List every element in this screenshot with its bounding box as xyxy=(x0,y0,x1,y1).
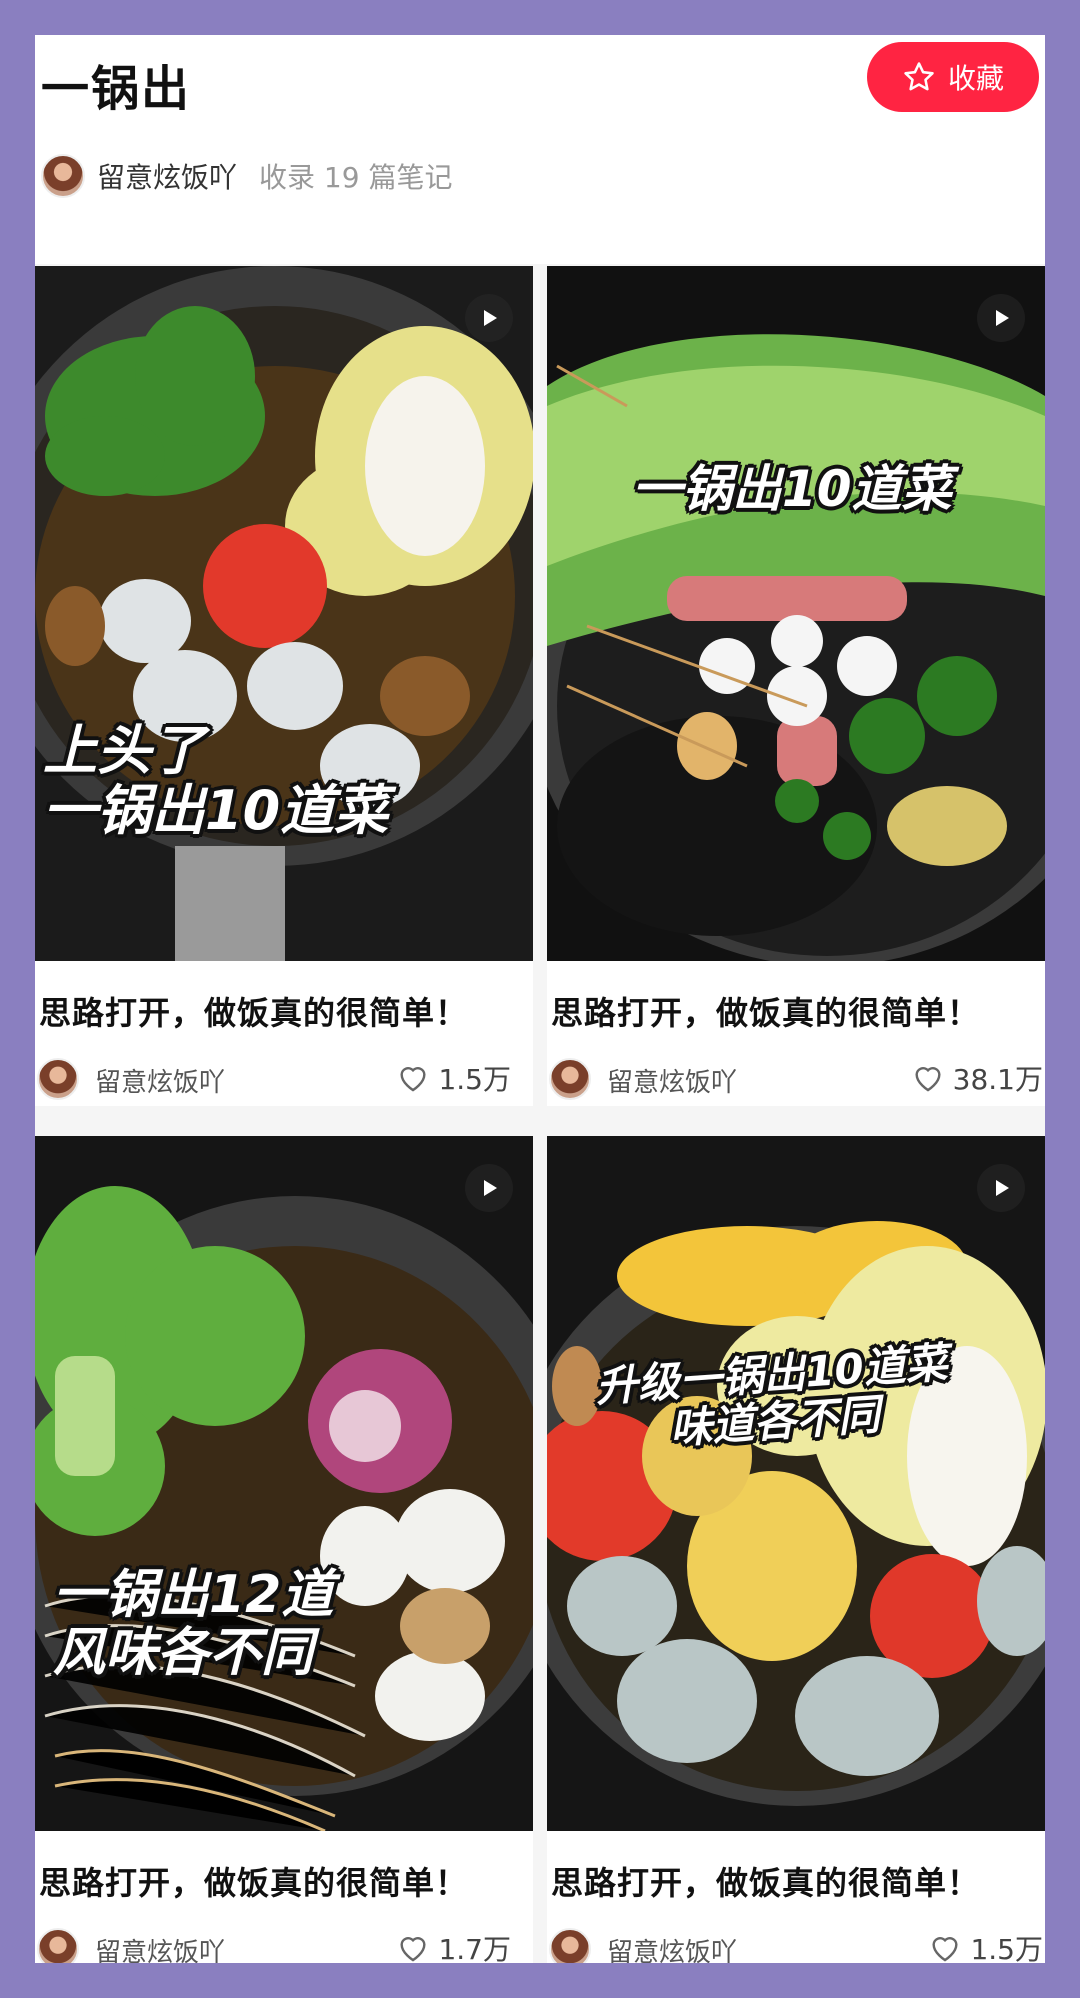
avatar[interactable] xyxy=(37,1058,79,1100)
like-button[interactable]: 1.7万 xyxy=(396,1928,511,1963)
avatar[interactable] xyxy=(41,154,85,198)
cover-overlay-text: 上头了 一锅出10道菜 xyxy=(43,719,389,843)
play-icon[interactable] xyxy=(977,294,1025,342)
like-button[interactable]: 38.1万 xyxy=(911,1058,1043,1098)
cover-overlay-text: 一锅出12道 风味各不同 xyxy=(53,1565,334,1684)
note-author[interactable]: 留意炫饭吖 xyxy=(607,1932,737,1963)
heart-outline-icon xyxy=(400,1067,427,1092)
play-icon[interactable] xyxy=(977,1164,1025,1212)
like-button[interactable]: 1.5万 xyxy=(396,1058,511,1098)
note-card[interactable]: 升级一锅出10道菜 味道各不同 思路打开，做饭真的很简单！ 留意炫饭吖 1.5万 xyxy=(547,1136,1045,1963)
avatar[interactable] xyxy=(37,1928,79,1963)
board-author[interactable]: 留意炫饭吖 收录 19 篇笔记 xyxy=(41,151,452,201)
collect-label: 收藏 xyxy=(947,62,1004,95)
note-cover-image[interactable]: 升级一锅出10道菜 味道各不同 xyxy=(547,1136,1045,1831)
note-cover-image[interactable]: 一锅出12道 风味各不同 xyxy=(35,1136,533,1831)
note-footer: 留意炫饭吖 1.5万 xyxy=(37,1054,531,1104)
collect-button[interactable]: 收藏 xyxy=(867,42,1039,112)
note-title[interactable]: 思路打开，做饭真的很简单！ xyxy=(39,1858,468,1904)
like-button[interactable]: 1.5万 xyxy=(928,1928,1043,1963)
note-title[interactable]: 思路打开，做饭真的很简单！ xyxy=(39,988,468,1034)
play-icon[interactable] xyxy=(465,1164,513,1212)
author-name[interactable]: 留意炫饭吖 xyxy=(97,156,237,196)
note-author[interactable]: 留意炫饭吖 xyxy=(95,1062,225,1099)
heart-outline-icon xyxy=(915,1067,941,1092)
avatar[interactable] xyxy=(549,1928,591,1963)
note-cover-image[interactable]: 上头了 一锅出10道菜 xyxy=(35,266,533,961)
like-count: 1.5万 xyxy=(438,1063,511,1096)
like-count: 38.1万 xyxy=(952,1063,1043,1096)
avatar[interactable] xyxy=(549,1058,591,1100)
note-count: 收录 19 篇笔记 xyxy=(259,161,453,194)
like-count: 1.7万 xyxy=(438,1933,511,1963)
heart-outline-icon xyxy=(400,1937,427,1962)
note-card[interactable]: 一锅出10道菜 思路打开，做饭真的很简单！ 留意炫饭吖 38.1万 xyxy=(547,266,1045,1106)
note-card[interactable]: 一锅出12道 风味各不同 思路打开，做饭真的很简单！ 留意炫饭吖 1.7万 xyxy=(35,1136,533,1963)
note-author[interactable]: 留意炫饭吖 xyxy=(95,1932,225,1963)
note-footer: 留意炫饭吖 1.7万 xyxy=(37,1924,531,1963)
note-footer: 留意炫饭吖 38.1万 xyxy=(549,1054,1043,1104)
note-card[interactable]: 上头了 一锅出10道菜 思路打开，做饭真的很简单！ 留意炫饭吖 1.5万 xyxy=(35,266,533,1106)
note-title[interactable]: 思路打开，做饭真的很简单！ xyxy=(551,1858,980,1904)
note-title[interactable]: 思路打开，做饭真的很简单！ xyxy=(551,988,980,1034)
heart-outline-icon xyxy=(932,1937,959,1962)
star-outline-icon xyxy=(904,62,934,91)
board-page: 一锅出 收藏 留意炫饭吖 收录 19 篇笔记 上头了 一锅出10道菜 思路打开，… xyxy=(35,35,1045,1963)
note-author[interactable]: 留意炫饭吖 xyxy=(607,1062,737,1099)
note-cover-image[interactable]: 一锅出10道菜 xyxy=(547,266,1045,961)
play-icon[interactable] xyxy=(465,294,513,342)
like-count: 1.5万 xyxy=(970,1933,1043,1963)
board-header: 一锅出 收藏 留意炫饭吖 收录 19 篇笔记 xyxy=(35,35,1045,264)
cover-overlay-text: 一锅出10道菜 xyxy=(632,460,952,518)
note-footer: 留意炫饭吖 1.5万 xyxy=(549,1924,1043,1963)
page-title: 一锅出 xyxy=(41,61,192,117)
